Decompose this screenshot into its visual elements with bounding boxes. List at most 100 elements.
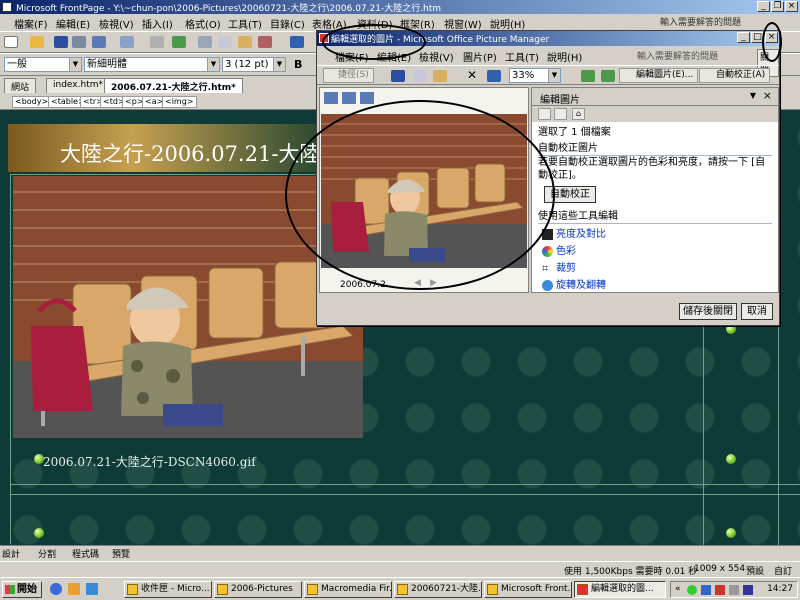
shortcut-button[interactable]: 捷徑(S) [323, 68, 374, 83]
zoom-select[interactable]: 33% ▼ [509, 68, 561, 83]
single-picture-view-icon[interactable] [360, 92, 374, 104]
chevron-down-icon[interactable]: ▼ [207, 58, 219, 71]
messenger-icon[interactable] [701, 585, 711, 595]
auto-correct-button[interactable]: 自動校正 [544, 186, 596, 203]
copy-icon[interactable] [413, 70, 427, 82]
home-icon[interactable]: ⌂ [572, 108, 585, 120]
menu-edit[interactable]: 編輯(E) [377, 49, 411, 64]
print-icon[interactable] [120, 36, 134, 48]
chevron-down-icon[interactable]: ▼ [69, 58, 81, 71]
edit-pictures-button[interactable]: 編輯圖片(E)... [619, 68, 699, 83]
minimize-button[interactable]: _ [757, 1, 770, 12]
menu-table-of-contents[interactable]: 目錄(C) [270, 16, 305, 31]
spelling-icon[interactable] [172, 36, 186, 48]
task-pictures-folder[interactable]: 2006-Pictures [214, 581, 302, 598]
open-folder-icon[interactable] [30, 36, 44, 48]
close-icon[interactable]: × [763, 89, 772, 102]
show-desktop-icon[interactable] [86, 583, 98, 595]
rotate-left-icon[interactable] [581, 70, 595, 82]
folder-list-icon[interactable] [92, 36, 106, 48]
help-question-box[interactable]: 輸入需要解答的問題 [660, 15, 770, 29]
menu-frames[interactable]: 框架(R) [400, 16, 435, 31]
chevron-down-icon[interactable]: ▼ [273, 58, 285, 71]
frontpage-title-bar[interactable]: Microsoft FrontPage - Y:\~chun-pon\2006-… [0, 0, 800, 14]
cancel-button[interactable]: 取消 [741, 303, 773, 320]
task-fireworks[interactable]: Macromedia Fir... [304, 581, 392, 598]
outlook-icon[interactable] [68, 583, 80, 595]
antivirus-icon[interactable] [715, 585, 725, 595]
menu-help[interactable]: 說明(H) [547, 49, 582, 64]
next-picture-icon[interactable]: ▶ [430, 278, 437, 288]
thumbnail-view-icon[interactable] [324, 92, 338, 104]
rotate-right-icon[interactable] [601, 70, 615, 82]
style-select[interactable]: 一般 ▼ [4, 57, 82, 72]
undo-icon[interactable] [487, 70, 501, 82]
close-button[interactable]: × [785, 1, 798, 12]
new-page-icon[interactable] [4, 36, 18, 48]
color-link[interactable]: 色彩 [538, 245, 772, 258]
tab-index[interactable]: index.htm* [46, 78, 110, 93]
menu-format[interactable]: 格式(O) [185, 16, 221, 31]
back-icon[interactable] [538, 108, 551, 120]
menu-tools[interactable]: 工具(T) [505, 49, 539, 64]
brightness-contrast-link[interactable]: 亮度及對比 [538, 228, 772, 241]
bold-icon[interactable]: B [294, 58, 302, 71]
tab-website[interactable]: 網站 [4, 78, 37, 93]
chevron-down-icon[interactable]: ▼ [548, 69, 560, 82]
paste-icon[interactable] [433, 70, 447, 82]
menu-help[interactable]: 說明(H) [490, 16, 525, 31]
copy-icon[interactable] [218, 36, 232, 48]
publish-icon[interactable] [72, 36, 86, 48]
photo-caption[interactable]: 2006.07.21-大陸之行-DSCN4060.gif [43, 453, 256, 470]
tag-body[interactable]: <body> [12, 96, 52, 108]
chevron-down-icon[interactable]: ▼ [750, 91, 756, 100]
tab-preview[interactable]: 預覽 [112, 547, 130, 560]
internet-explorer-icon[interactable] [50, 583, 62, 595]
tray-expand-icon[interactable]: « [675, 584, 681, 594]
delete-icon[interactable]: ✕ [467, 68, 477, 82]
font-select[interactable]: 新細明體 ▼ [84, 57, 220, 72]
menu-tools[interactable]: 工具(T) [228, 16, 262, 31]
volume-icon[interactable] [729, 585, 739, 595]
preview-icon[interactable] [150, 36, 164, 48]
save-and-close-button[interactable]: 儲存後關閉 [679, 303, 737, 320]
preview-photo[interactable] [321, 114, 527, 268]
picture-manager-title-bar[interactable]: 編輯選取的圖片 - Microsoft Office Picture Manag… [317, 31, 779, 46]
format-painter-icon[interactable] [258, 36, 272, 48]
save-icon[interactable] [54, 36, 68, 48]
network-icon[interactable] [687, 585, 697, 595]
menu-file[interactable]: 檔案(F) [335, 49, 369, 64]
menu-table[interactable]: 表格(A) [312, 16, 347, 31]
auto-correct-toolbar-button[interactable]: 自動校正(A) [699, 68, 771, 83]
menu-data[interactable]: 資料(D) [357, 16, 393, 31]
selected-photo[interactable] [13, 176, 363, 438]
task-frontpage[interactable]: Microsoft Front... [484, 581, 572, 598]
tab-design[interactable]: 設計 [2, 547, 20, 560]
menu-window[interactable]: 視窗(W) [444, 16, 482, 31]
start-button[interactable]: 開始 [2, 581, 42, 598]
close-button[interactable]: × [765, 32, 778, 43]
save-icon[interactable] [391, 70, 405, 82]
maximize-button[interactable]: □ [751, 32, 764, 43]
cut-icon[interactable] [198, 36, 212, 48]
task-picture-manager[interactable]: 編輯選取的圖... [574, 581, 666, 598]
menu-insert[interactable]: 插入(I) [142, 16, 173, 31]
filmstrip-view-icon[interactable] [342, 92, 356, 104]
menu-view[interactable]: 檢視(V) [99, 16, 134, 31]
tab-code[interactable]: 程式碼 [72, 547, 99, 560]
task-inbox[interactable]: 收件匣 - Micro... [124, 581, 212, 598]
font-size-select[interactable]: 3 (12 pt) ▼ [222, 57, 286, 72]
menu-edit[interactable]: 編輯(E) [56, 16, 90, 31]
clock[interactable]: 14:27 [767, 584, 793, 594]
help-question-box[interactable]: 輸入需要解答的問題 [637, 49, 718, 62]
task-trip-folder[interactable]: 20060721-大陸... [394, 581, 482, 598]
tab-current-page[interactable]: 2006.07.21-大陸之行.htm* [104, 78, 243, 93]
menu-picture[interactable]: 圖片(P) [463, 49, 497, 64]
tab-split[interactable]: 分割 [38, 547, 56, 560]
paste-icon[interactable] [238, 36, 252, 48]
forward-icon[interactable] [554, 108, 567, 120]
menu-view[interactable]: 檢視(V) [419, 49, 454, 64]
previous-picture-icon[interactable]: ◀ [414, 278, 421, 288]
minimize-button[interactable]: _ [737, 32, 750, 43]
menu-file[interactable]: 檔案(F) [14, 16, 48, 31]
